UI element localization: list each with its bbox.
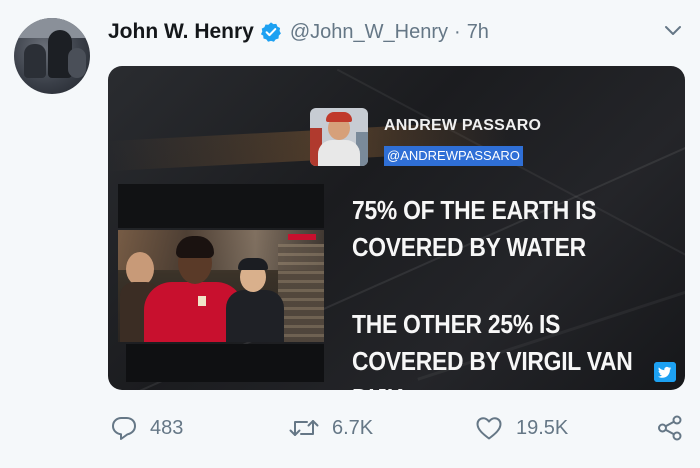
quoted-avatar [310, 108, 368, 166]
tweet-actions: 483 6.7K 19.5K [0, 414, 700, 444]
retweet-count: 6.7K [332, 416, 374, 439]
share-icon [658, 415, 682, 441]
verified-badge-icon [260, 22, 281, 42]
quoted-handle: @ANDREWPASSARO [384, 146, 523, 166]
quoted-name: ANDREW PASSARO [384, 117, 542, 134]
stadium-seats [278, 244, 324, 342]
like-count: 19.5K [516, 416, 569, 439]
avatar-body [318, 140, 360, 166]
reply-button[interactable]: 483 [110, 414, 183, 442]
background-streak [336, 68, 685, 306]
twitter-bird-icon [654, 362, 676, 382]
retweet-button[interactable]: 6.7K [288, 414, 373, 442]
bystander-cap [238, 258, 268, 270]
fan-head [126, 252, 154, 286]
author-handle[interactable]: @John_W_Henry [290, 21, 448, 44]
separator-dot: · [454, 20, 461, 43]
bystander-body [226, 290, 284, 342]
photo-frame-top [118, 184, 324, 228]
author-name[interactable]: John W. Henry [108, 20, 254, 44]
reply-count: 483 [150, 416, 184, 439]
avatar-figure [68, 48, 86, 78]
author-avatar[interactable] [14, 18, 90, 94]
photo-frame-bottom [126, 344, 324, 382]
tweet-timestamp[interactable]: 7h [467, 21, 489, 44]
club-badge [198, 296, 206, 306]
share-button[interactable] [656, 414, 696, 442]
chevron-down-icon[interactable] [664, 24, 682, 38]
like-button[interactable]: 19.5K [474, 414, 568, 442]
player-hair [176, 236, 214, 258]
heart-icon [476, 417, 502, 440]
tweet-header: John W. Henry @John_W_Henry · 7h [108, 18, 489, 46]
avatar-figure [24, 44, 46, 78]
player-photo [118, 230, 324, 342]
reply-icon [112, 417, 136, 440]
quote-text-line1: 75% OF THE EARTH IS COVERED BY WATER [352, 195, 597, 262]
broadcast-logo [288, 234, 316, 240]
avatar-cap [326, 112, 352, 122]
quote-text-line2: THE OTHER 25% IS COVERED BY VIRGIL VAN D… [352, 309, 633, 390]
retweet-icon [289, 420, 319, 436]
tweet-media-image[interactable]: ANDREW PASSARO @ANDREWPASSARO 75% OF THE… [108, 66, 685, 390]
